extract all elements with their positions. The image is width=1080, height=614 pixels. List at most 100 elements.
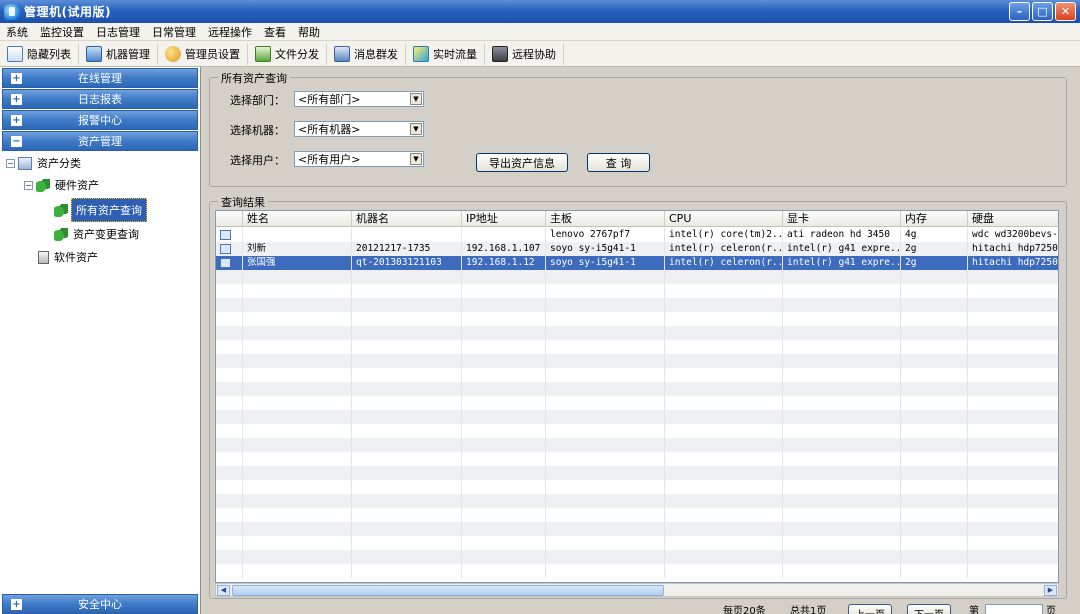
expand-icon[interactable]: + [11,599,22,610]
message-broadcast-label: 消息群发 [354,47,398,61]
menu-monitor-settings[interactable]: 监控设置 [34,24,90,40]
menu-help[interactable]: 帮助 [292,24,326,40]
export-asset-button[interactable]: 导出资产信息 [476,153,568,172]
department-select[interactable]: <所有部门> ▼ [294,91,424,107]
cell-name: 张国强 [243,256,352,270]
chevron-down-icon[interactable]: ▼ [410,153,422,165]
chevron-down-icon[interactable]: ▼ [410,93,422,105]
table-row[interactable]: 刘新 20121217-1735 192.168.1.107 soyo sy-i5g4… [216,242,1058,256]
table-row-empty [216,354,1058,368]
nav-section-alarm[interactable]: + 报警中心 [2,110,198,130]
prev-page-button[interactable]: 上一页 [848,604,892,614]
table-row-empty [216,536,1058,550]
tree-node-asset-change-query[interactable]: 资产变更查询 [54,225,141,243]
results-table[interactable]: 姓名 机器名 IP地址 主板 CPU 显卡 内存 硬盘 lenovo 2767p… [215,210,1059,583]
scrollbar-thumb[interactable] [232,585,664,596]
scroll-right-icon[interactable]: ▶ [1044,585,1057,596]
column-header-ip[interactable]: IP地址 [462,211,546,226]
message-broadcast-button[interactable]: 消息群发 [327,42,406,65]
table-row-empty [216,508,1058,522]
message-icon [334,45,350,62]
hide-list-button[interactable]: 隐藏列表 [0,42,79,65]
column-header-board[interactable]: 主板 [546,211,665,226]
table-row-empty [216,550,1058,564]
table-row-empty [216,312,1058,326]
remote-assist-button[interactable]: 远程协助 [485,42,564,65]
menu-remote-operation[interactable]: 远程操作 [202,24,258,40]
machine-management-label: 机器管理 [106,47,150,61]
hide-list-label: 隐藏列表 [27,47,71,61]
collapse-icon[interactable]: − [24,180,33,190]
tree-node-software[interactable]: 软件资产 [38,248,100,266]
cell-disk: wdc wd3200bevs-08 [968,228,1058,242]
collapse-icon[interactable]: − [11,136,22,147]
admin-settings-button[interactable]: 管理员设置 [158,42,248,65]
cell-board: lenovo 2767pf7 [546,228,665,242]
user-select[interactable]: <所有用户> ▼ [294,151,424,167]
tree-label: 资产分类 [37,157,81,170]
tree-node-asset-category[interactable]: − 资产分类 [6,154,83,172]
column-header-memory[interactable]: 内存 [901,211,968,226]
menu-system[interactable]: 系统 [0,24,34,40]
nav-section-online[interactable]: + 在线管理 [2,68,198,88]
cell-cpu: intel(r) core(tm)2... [665,228,783,242]
nav-section-label: 安全中心 [78,598,122,611]
department-label: 选择部门： [230,94,285,107]
remote-assist-label: 远程协助 [512,47,556,61]
menu-bar: 系统 监控设置 日志管理 日常管理 远程操作 查看 帮助 [0,23,1080,41]
column-header-cpu[interactable]: CPU [665,211,783,226]
table-row-empty [216,382,1058,396]
expand-icon[interactable]: + [11,73,22,84]
table-header: 姓名 机器名 IP地址 主板 CPU 显卡 内存 硬盘 [216,211,1058,227]
realtime-traffic-button[interactable]: 实时流量 [406,42,485,65]
menu-view[interactable]: 查看 [258,24,292,40]
machine-label: 选择机器： [230,124,285,137]
tree-label: 所有资产查询 [71,198,147,222]
hardware-icon [36,178,50,192]
table-row-empty [216,424,1058,438]
query-button[interactable]: 查 询 [587,153,650,172]
per-page-text: 每页20条 [723,606,766,614]
page-number-select[interactable] [985,604,1043,614]
horizontal-scrollbar[interactable]: ◀ ▶ [215,583,1059,597]
close-button[interactable]: ✕ [1055,2,1076,21]
cell-board: soyo sy-i5g41-1 [546,242,665,256]
cell-gpu: ati radeon hd 3450 [783,228,901,242]
computer-icon [86,45,102,62]
collapse-icon[interactable]: − [6,158,15,168]
cell-ip: 192.168.1.12 [462,256,546,270]
machine-select[interactable]: <所有机器> ▼ [294,121,424,137]
list-icon [7,45,23,62]
nav-section-log-report[interactable]: + 日志报表 [2,89,198,109]
asset-tree: − 资产分类 − 硬件资产 所有资产查询 资产变更查询 软件资产 [0,151,200,582]
column-header-gpu[interactable]: 显卡 [783,211,901,226]
menu-log-management[interactable]: 日志管理 [90,24,146,40]
column-header-machine[interactable]: 机器名 [352,211,462,226]
chevron-down-icon[interactable]: ▼ [410,123,422,135]
file-distribute-label: 文件分发 [275,47,319,61]
table-row-empty [216,298,1058,312]
nav-section-asset[interactable]: − 资产管理 [2,131,198,151]
next-page-button[interactable]: 下一页 [907,604,951,614]
department-value: <所有部门> [298,93,361,106]
computer-row-icon [220,258,231,268]
menu-daily-management[interactable]: 日常管理 [146,24,202,40]
cell-name: 刘新 [243,242,352,256]
expand-icon[interactable]: + [11,115,22,126]
machine-management-button[interactable]: 机器管理 [79,42,158,65]
column-header-name[interactable]: 姓名 [243,211,352,226]
file-distribute-button[interactable]: 文件分发 [248,42,327,65]
maximize-button[interactable]: □ [1032,2,1053,21]
nav-section-security[interactable]: + 安全中心 [2,594,198,614]
expand-icon[interactable]: + [11,94,22,105]
cell-ip [462,228,546,242]
tree-node-all-asset-query[interactable]: 所有资产查询 [54,198,147,222]
tree-node-hardware[interactable]: − 硬件资产 [24,176,101,194]
title-bar[interactable]: 管理机(试用版) – □ ✕ [0,0,1080,23]
minimize-button[interactable]: – [1009,2,1030,21]
scroll-left-icon[interactable]: ◀ [217,585,230,596]
cell-board: soyo sy-i5g41-1 [546,256,665,270]
table-row[interactable]: 张国强 qt-201303121103 192.168.1.12 soyo sy-i5… [216,256,1058,270]
table-row[interactable]: lenovo 2767pf7 intel(r) core(tm)2... ati r… [216,228,1058,242]
column-header-disk[interactable]: 硬盘 [968,211,1058,226]
